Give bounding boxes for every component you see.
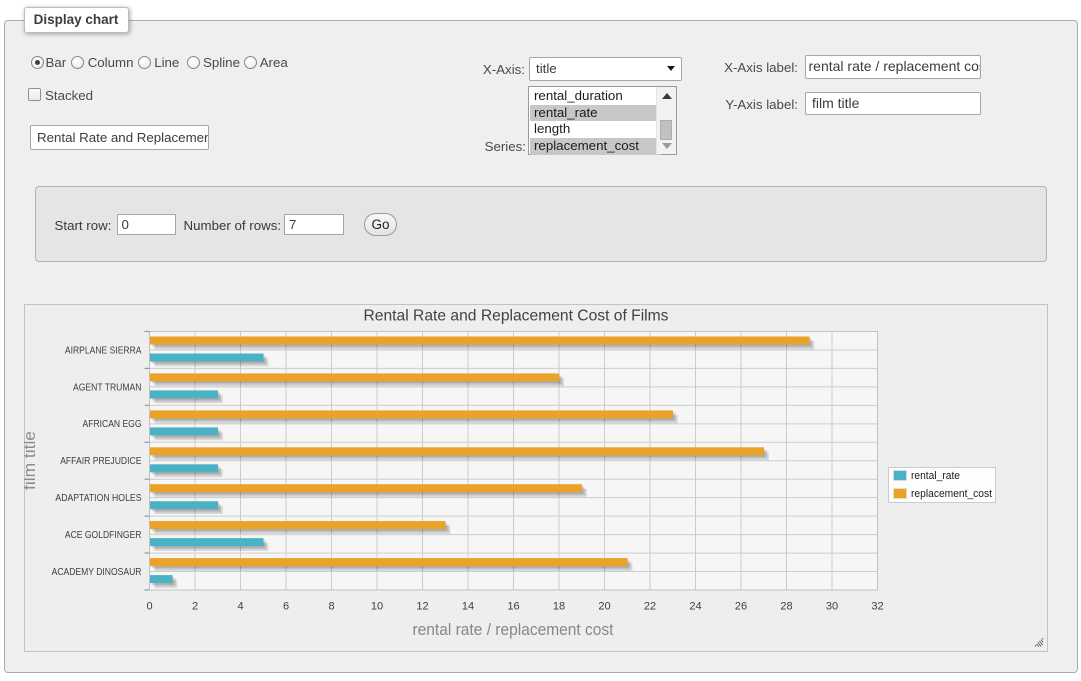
svg-text:film title: film title	[24, 431, 39, 490]
svg-text:0: 0	[146, 601, 152, 613]
svg-text:AFRICAN EGG: AFRICAN EGG	[83, 418, 142, 430]
svg-text:30: 30	[826, 601, 838, 613]
svg-text:12: 12	[416, 601, 428, 613]
svg-text:8: 8	[328, 601, 334, 613]
svg-text:14: 14	[462, 601, 474, 613]
svg-text:20: 20	[598, 601, 610, 613]
svg-text:32: 32	[871, 601, 883, 613]
svg-text:ACE GOLDFINGER: ACE GOLDFINGER	[65, 529, 142, 541]
svg-text:2: 2	[192, 601, 198, 613]
svg-text:16: 16	[507, 601, 519, 613]
svg-text:AIRPLANE SIERRA: AIRPLANE SIERRA	[65, 344, 142, 356]
svg-text:AFFAIR PREJUDICE: AFFAIR PREJUDICE	[60, 455, 141, 467]
svg-text:rental rate / replacement cost: rental rate / replacement cost	[413, 620, 614, 639]
svg-text:4: 4	[237, 601, 243, 613]
svg-text:10: 10	[371, 601, 383, 613]
svg-text:Rental Rate and Replacement Co: Rental Rate and Replacement Cost of Film…	[364, 308, 669, 325]
svg-text:18: 18	[553, 601, 565, 613]
svg-text:AGENT TRUMAN: AGENT TRUMAN	[73, 381, 142, 393]
svg-text:ADAPTATION HOLES: ADAPTATION HOLES	[55, 492, 141, 504]
svg-text:26: 26	[735, 601, 747, 613]
svg-text:rental_rate: rental_rate	[911, 470, 960, 482]
svg-text:6: 6	[283, 601, 289, 613]
svg-text:ACADEMY DINOSAUR: ACADEMY DINOSAUR	[52, 566, 142, 578]
svg-text:24: 24	[689, 601, 701, 613]
svg-text:28: 28	[780, 601, 792, 613]
svg-text:22: 22	[644, 601, 656, 613]
svg-text:replacement_cost: replacement_cost	[911, 488, 992, 500]
